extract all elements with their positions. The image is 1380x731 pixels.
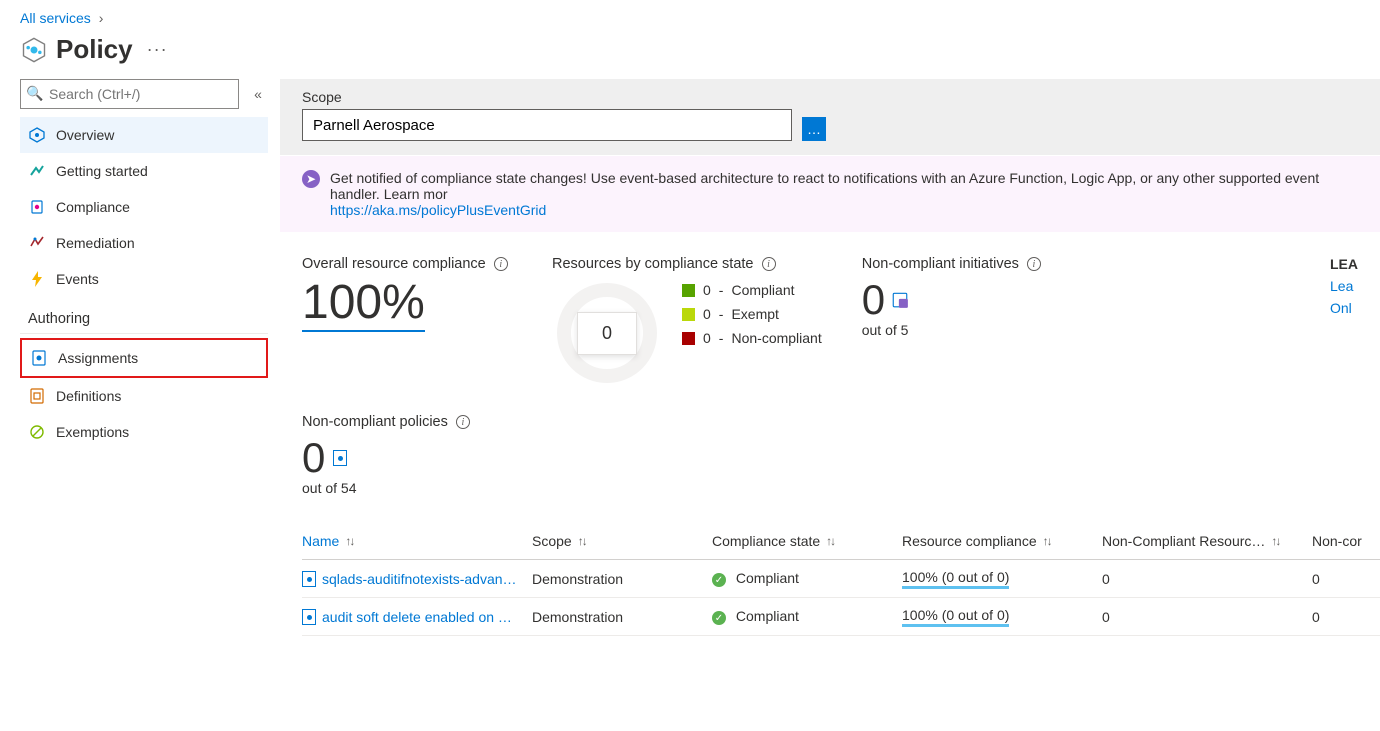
learn-link-1[interactable]: Lea: [1330, 278, 1358, 294]
definitions-icon: [28, 387, 46, 405]
row-non-compliant-resources: 0: [1102, 609, 1312, 625]
sidebar-group-authoring: Authoring: [20, 297, 268, 334]
row-tail: 0: [1312, 609, 1380, 625]
breadcrumb-all-services[interactable]: All services: [20, 10, 91, 26]
sidebar-item-definitions[interactable]: Definitions: [20, 378, 268, 414]
assignments-icon: [30, 349, 48, 367]
non-compliant-initiatives-sub: out of 5: [862, 322, 1042, 338]
events-icon: [28, 270, 46, 288]
policy-icon-small: [331, 449, 349, 467]
info-icon[interactable]: i: [1027, 257, 1041, 271]
column-header-resource-compliance[interactable]: Resource compliance↑↓: [902, 533, 1102, 549]
sidebar-item-label: Remediation: [56, 235, 135, 251]
row-scope: Demonstration: [532, 571, 712, 587]
breadcrumb: All services ›: [0, 0, 1380, 30]
row-compliance-state: ✓ Compliant: [712, 608, 902, 626]
non-compliant-policies-value: 0: [302, 436, 325, 480]
info-icon[interactable]: i: [494, 257, 508, 271]
overall-compliance-label: Overall resource compliance: [302, 256, 486, 272]
sidebar-item-remediation[interactable]: Remediation: [20, 225, 268, 261]
getting-started-icon: [28, 162, 46, 180]
legend-item-compliant: 0-Compliant: [682, 282, 822, 298]
swatch-exempt: [682, 308, 695, 321]
non-compliant-initiatives-value: 0: [862, 278, 885, 322]
info-icon[interactable]: i: [762, 257, 776, 271]
resources-by-state-label: Resources by compliance state: [552, 256, 754, 272]
legend-item-noncompliant: 0-Non-compliant: [682, 330, 822, 346]
sidebar-item-label: Exemptions: [56, 424, 129, 440]
notification-banner: ➤ Get notified of compliance state chang…: [280, 155, 1380, 232]
exemptions-icon: [28, 423, 46, 441]
swatch-noncompliant: [682, 332, 695, 345]
column-header-compliance-state[interactable]: Compliance state↑↓: [712, 533, 902, 549]
row-non-compliant-resources: 0: [1102, 571, 1312, 587]
sidebar-item-overview[interactable]: Overview: [20, 117, 268, 153]
sidebar-item-assignments[interactable]: Assignments: [22, 340, 266, 376]
column-header-non-compliant-resources[interactable]: Non-Compliant Resourc…↑↓: [1102, 533, 1312, 549]
learn-more-heading: LEA: [1330, 256, 1358, 272]
banner-link[interactable]: https://aka.ms/policyPlusEventGrid: [330, 202, 546, 218]
scope-picker-button[interactable]: …: [802, 117, 826, 141]
sidebar-item-events[interactable]: Events: [20, 261, 268, 297]
compliance-icon: [28, 198, 46, 216]
swatch-compliant: [682, 284, 695, 297]
initiative-icon: [891, 291, 909, 309]
row-resource-compliance: 100% (0 out of 0): [902, 569, 1102, 589]
main-content: Scope … ➤ Get notified of compliance sta…: [280, 79, 1380, 720]
learn-link-2[interactable]: Onl: [1330, 300, 1358, 316]
scope-label: Scope: [302, 89, 792, 105]
chevron-right-icon: ›: [99, 10, 104, 26]
row-compliance-state: ✓ Compliant: [712, 570, 902, 588]
sidebar-item-label: Getting started: [56, 163, 148, 179]
sidebar: 🔍 « Overview Getting started Compliance: [0, 79, 280, 720]
more-actions-button[interactable]: ···: [147, 39, 168, 60]
overall-compliance-value: 100%: [302, 278, 425, 332]
banner-text: Get notified of compliance state changes…: [330, 170, 1319, 202]
compliance-donut-chart: 0: [552, 278, 662, 388]
page-title: Policy: [56, 34, 133, 65]
sidebar-item-exemptions[interactable]: Exemptions: [20, 414, 268, 450]
non-compliant-policies-label: Non-compliant policies: [302, 414, 448, 430]
scope-bar: Scope …: [280, 79, 1380, 155]
donut-center-value: 0: [577, 312, 637, 355]
policy-service-icon: [20, 36, 48, 64]
compliant-check-icon: ✓: [712, 573, 726, 587]
row-resource-compliance: 100% (0 out of 0): [902, 607, 1102, 627]
sidebar-item-compliance[interactable]: Compliance: [20, 189, 268, 225]
row-name-link[interactable]: sqlads-auditifnotexists-advan…: [302, 571, 522, 587]
sidebar-item-getting-started[interactable]: Getting started: [20, 153, 268, 189]
column-header-name[interactable]: Name↑↓: [302, 533, 532, 549]
table-row[interactable]: sqlads-auditifnotexists-advan… Demonstra…: [302, 560, 1380, 598]
row-name-link[interactable]: audit soft delete enabled on …: [302, 609, 522, 625]
info-icon[interactable]: i: [456, 415, 470, 429]
search-input[interactable]: [20, 79, 239, 109]
policy-file-icon: [302, 571, 316, 587]
column-header-scope[interactable]: Scope↑↓: [532, 533, 712, 549]
non-compliant-policies-sub: out of 54: [302, 480, 470, 496]
policy-file-icon: [302, 609, 316, 625]
sidebar-item-label: Overview: [56, 127, 114, 143]
collapse-sidebar-button[interactable]: «: [248, 86, 268, 102]
remediation-icon: [28, 234, 46, 252]
sidebar-item-label: Assignments: [58, 350, 138, 366]
overview-icon: [28, 126, 46, 144]
compliant-check-icon: ✓: [712, 611, 726, 625]
table-header-row: Name↑↓ Scope↑↓ Compliance state↑↓ Resour…: [302, 522, 1380, 560]
table-row[interactable]: audit soft delete enabled on … Demonstra…: [302, 598, 1380, 636]
compliance-table: Name↑↓ Scope↑↓ Compliance state↑↓ Resour…: [302, 522, 1380, 636]
non-compliant-initiatives-label: Non-compliant initiatives: [862, 256, 1019, 272]
column-header-tail[interactable]: Non-cor: [1312, 533, 1380, 549]
sidebar-item-label: Events: [56, 271, 99, 287]
sidebar-item-label: Compliance: [56, 199, 130, 215]
page-header: Policy ···: [0, 30, 1380, 79]
scope-input[interactable]: [302, 109, 792, 141]
rocket-icon: ➤: [298, 166, 323, 191]
search-icon: 🔍: [26, 85, 43, 102]
legend-item-exempt: 0-Exempt: [682, 306, 822, 322]
row-scope: Demonstration: [532, 609, 712, 625]
sidebar-item-label: Definitions: [56, 388, 121, 404]
row-tail: 0: [1312, 571, 1380, 587]
